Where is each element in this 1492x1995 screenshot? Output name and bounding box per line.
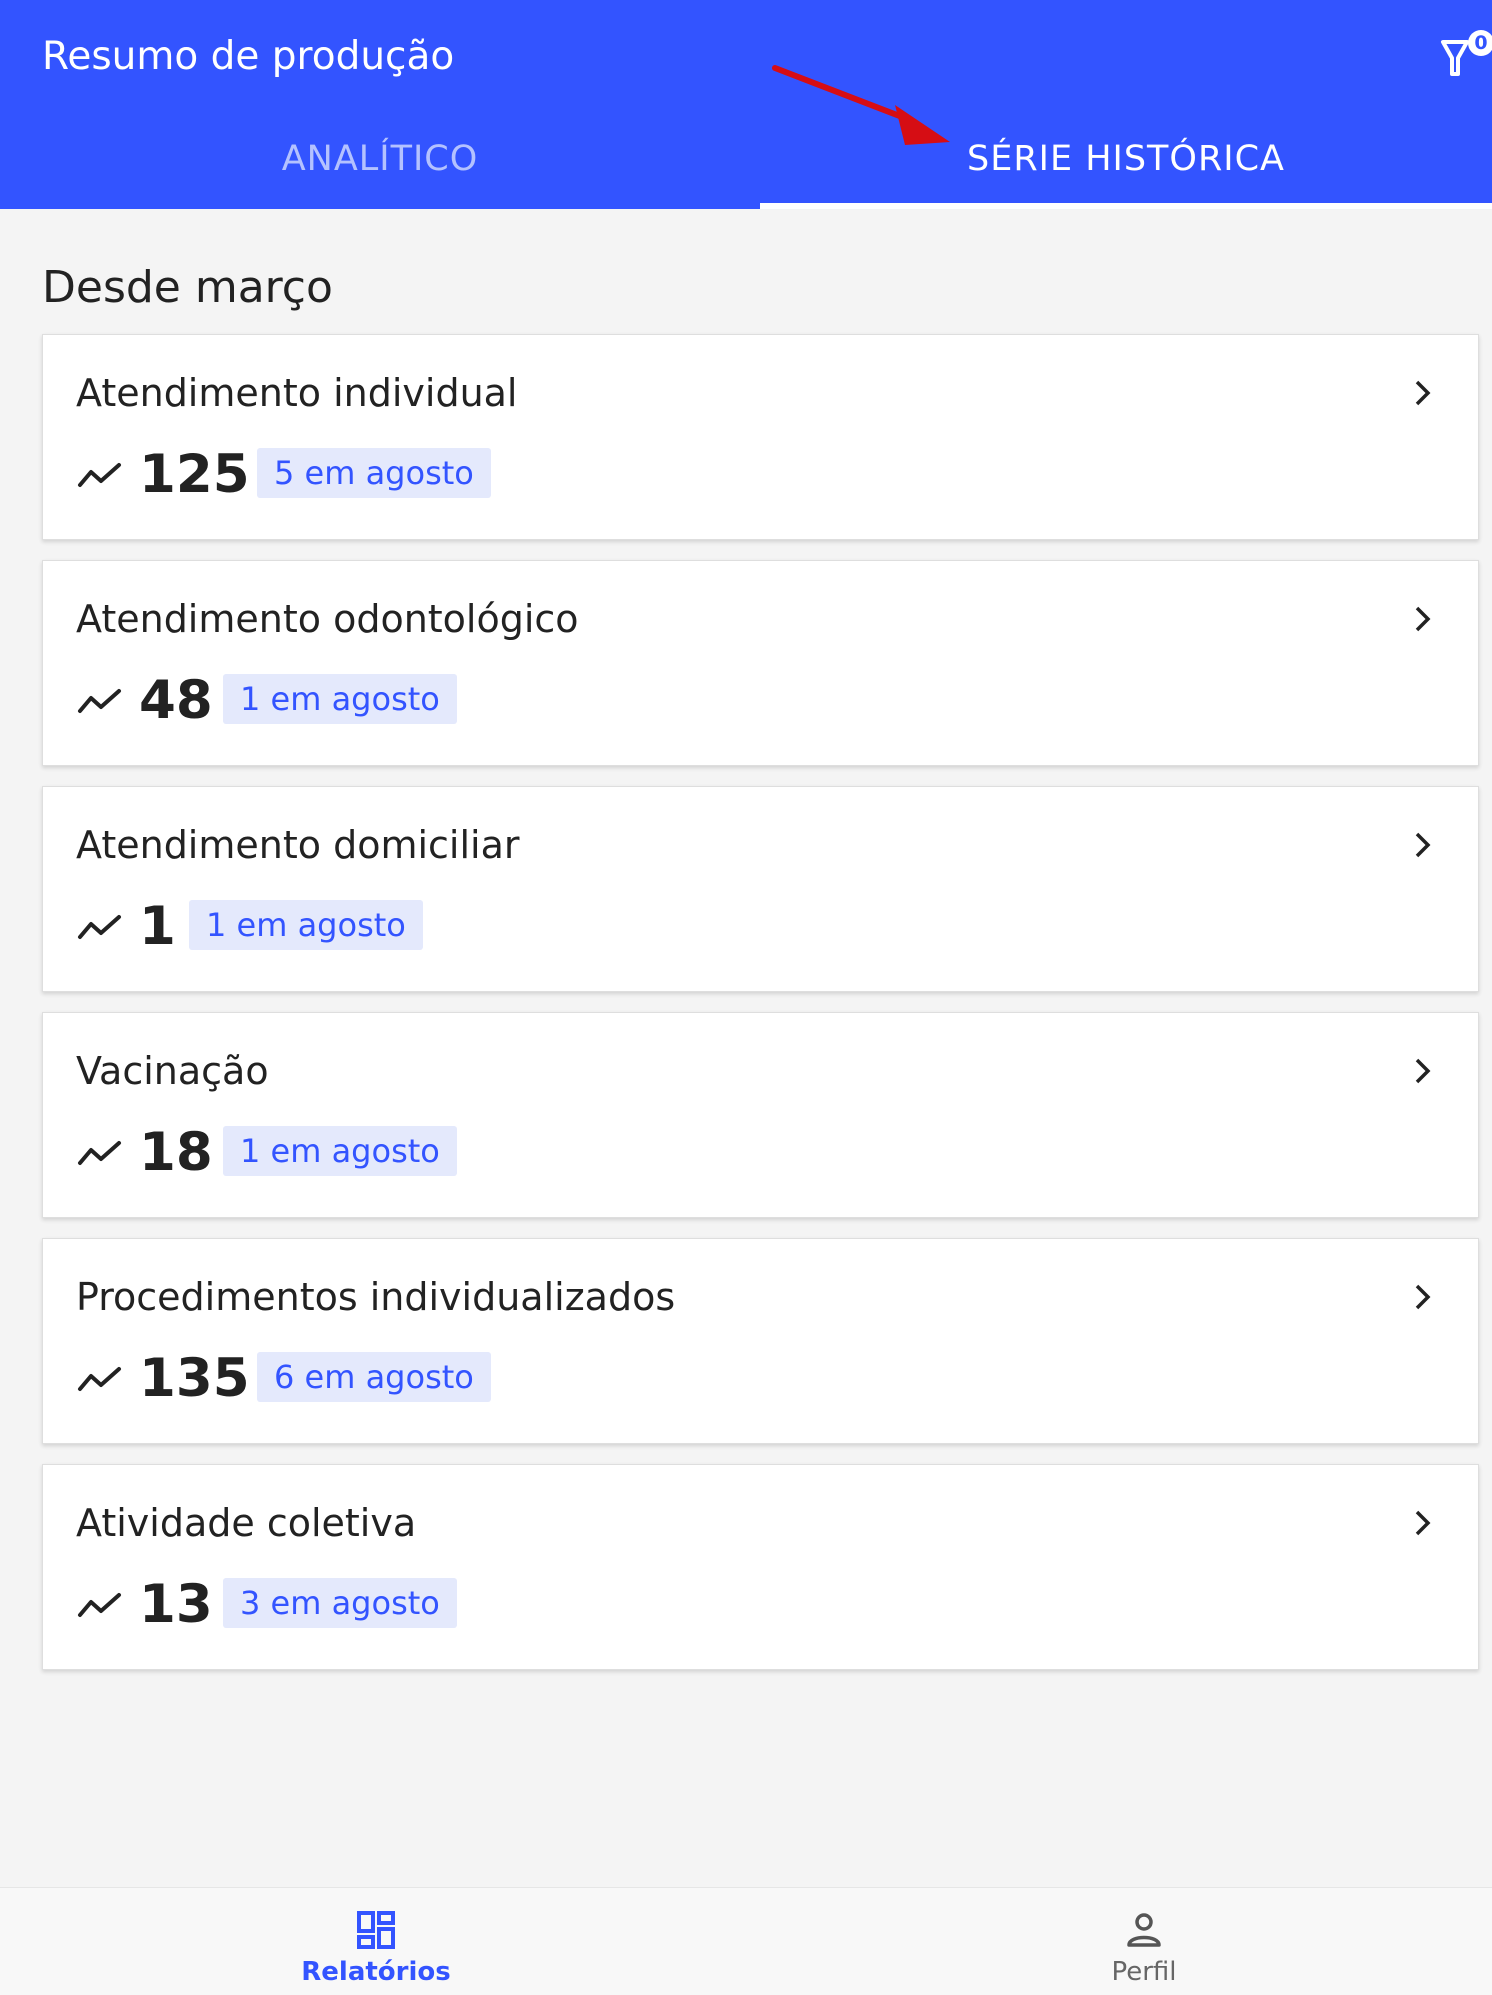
section-title: Desde março (42, 262, 333, 313)
page-title: Resumo de produção (42, 34, 455, 79)
report-card-atividade-coletiva[interactable]: Atividade coletiva 13 3 em agosto (42, 1464, 1479, 1670)
chevron-right-icon (1415, 1510, 1431, 1536)
nav-label: Perfil (1111, 1957, 1177, 1987)
trending-up-icon (78, 1367, 121, 1391)
trending-up-icon (78, 1593, 121, 1617)
trending-up-icon (78, 1141, 121, 1165)
card-total-value: 18 (139, 1122, 213, 1183)
card-title: Procedimentos individualizados (76, 1275, 676, 1319)
card-total-value: 1 (139, 896, 176, 957)
card-title: Atendimento individual (76, 371, 518, 415)
card-title: Atendimento odontológico (76, 597, 579, 641)
card-title: Atendimento domiciliar (76, 823, 520, 867)
chevron-right-icon (1415, 606, 1431, 632)
month-badge: 3 em agosto (223, 1578, 457, 1628)
trending-up-icon (78, 689, 121, 713)
dashboard-icon (357, 1911, 395, 1949)
card-title: Vacinação (76, 1049, 269, 1093)
app-bar: Resumo de produção 0 ANALÍTICO SÉRIE HIS… (0, 0, 1492, 209)
tab-analitico[interactable]: ANALÍTICO (0, 128, 760, 190)
chevron-right-icon (1415, 1058, 1431, 1084)
card-total-value: 13 (139, 1574, 213, 1635)
chevron-right-icon (1415, 380, 1431, 406)
trending-up-icon (78, 463, 121, 487)
nav-relatorios[interactable]: Relatórios (240, 1888, 512, 1995)
nav-label: Relatórios (301, 1957, 451, 1987)
card-total-value: 135 (139, 1348, 250, 1409)
report-card-procedimentos-individualizados[interactable]: Procedimentos individualizados 135 6 em … (42, 1238, 1479, 1444)
active-tab-indicator (760, 203, 1492, 209)
report-card-atendimento-domiciliar[interactable]: Atendimento domiciliar 1 1 em agosto (42, 786, 1479, 992)
trending-up-icon (78, 915, 121, 939)
chevron-right-icon (1415, 1284, 1431, 1310)
month-badge: 5 em agosto (257, 448, 491, 498)
month-badge: 1 em agosto (189, 900, 423, 950)
annotation-arrow-icon (772, 65, 950, 145)
report-card-atendimento-individual[interactable]: Atendimento individual 125 5 em agosto (42, 334, 1479, 540)
person-icon (1127, 1913, 1161, 1947)
report-card-vacinacao[interactable]: Vacinação 18 1 em agosto (42, 1012, 1479, 1218)
month-badge: 1 em agosto (223, 1126, 457, 1176)
chevron-right-icon (1415, 832, 1431, 858)
month-badge: 6 em agosto (257, 1352, 491, 1402)
card-total-value: 48 (139, 670, 213, 731)
filter-button[interactable]: 0 (1440, 30, 1492, 82)
card-title: Atividade coletiva (76, 1501, 417, 1545)
filter-count-badge: 0 (1468, 30, 1492, 56)
nav-perfil[interactable]: Perfil (1008, 1888, 1280, 1995)
report-card-atendimento-odontologico[interactable]: Atendimento odontológico 48 1 em agosto (42, 560, 1479, 766)
month-badge: 1 em agosto (223, 674, 457, 724)
card-total-value: 125 (139, 444, 250, 505)
bottom-navigation: Relatórios Perfil (0, 1887, 1492, 1995)
